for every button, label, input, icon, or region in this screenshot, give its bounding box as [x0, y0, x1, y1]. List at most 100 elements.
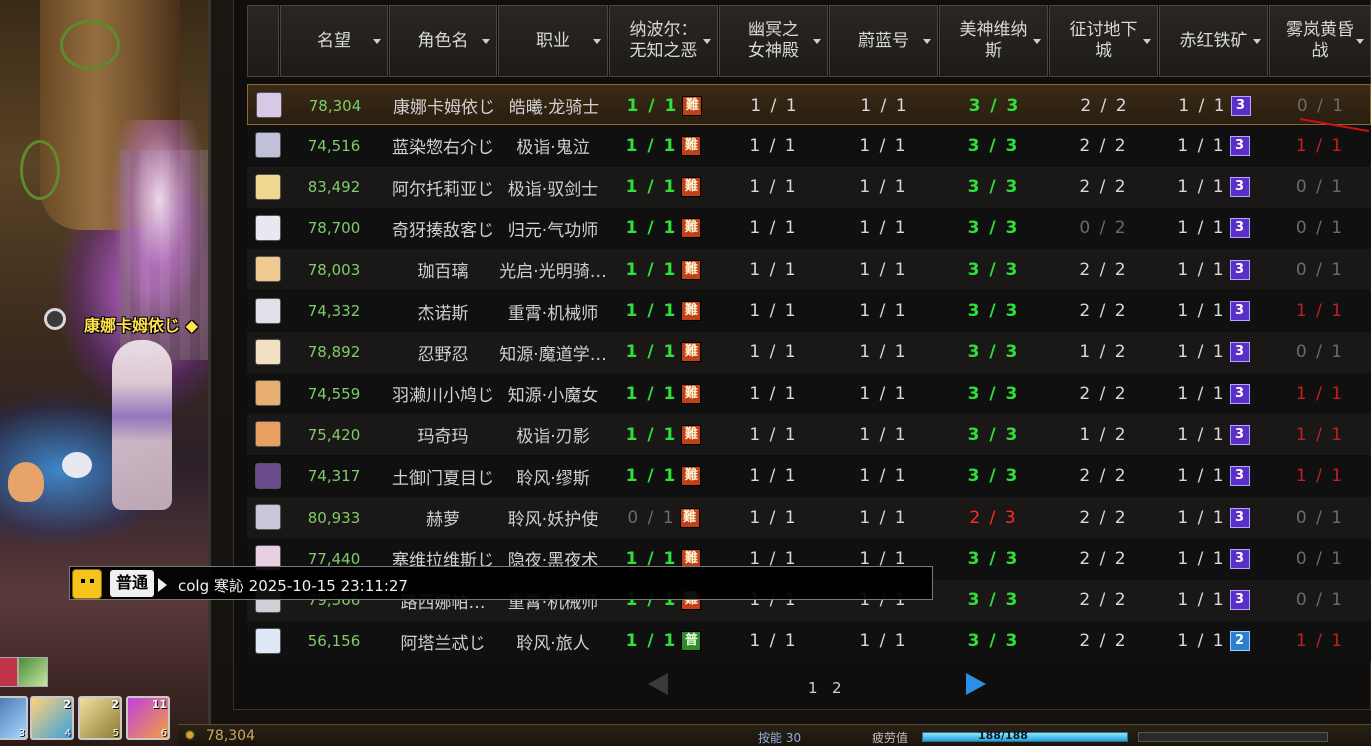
ring-icon [44, 308, 66, 330]
difficulty-hard-badge: 難 [681, 177, 702, 198]
header-name[interactable]: 角色名 [389, 5, 497, 77]
cell-progress: 3 / 3 [939, 621, 1048, 662]
cell-progress: 2 / 2 [1050, 85, 1159, 126]
cell-progress: 1 / 1難 [609, 373, 718, 414]
progress-text: 1 / 1 [1295, 466, 1345, 487]
cell-progress: 1 / 1 [829, 249, 938, 290]
progress-text: 1 / 2 [1079, 424, 1128, 445]
cell-text: 土御门夏目じ [392, 468, 494, 489]
page-number-2[interactable]: 2 [832, 679, 842, 697]
header-nabol[interactable]: 纳波尔： 无知之恶 [609, 5, 718, 77]
progress-text: 2 / 2 [1079, 631, 1128, 652]
header-job[interactable]: 职业 [498, 5, 608, 77]
cell-progress: 1 / 1 [1269, 125, 1371, 166]
skill-slot-3[interactable]: 3 [0, 696, 28, 740]
skill-slot-5[interactable]: 2 5 [78, 696, 122, 740]
cell-progress: 1 / 1 [719, 373, 828, 414]
cell-progress: 3 / 3 [939, 580, 1048, 621]
header-underworld-temple[interactable]: 幽冥之 女神殿 [719, 5, 828, 77]
cell-text: 奇犽揍敌客じ [392, 220, 494, 241]
prev-page-arrow-icon[interactable] [648, 673, 668, 695]
table-row[interactable]: 74,332 杰诺斯 重霄·机械师 1 / 1難1 / 11 / 13 / 32 / … [247, 290, 1371, 332]
table-row[interactable]: 78,892 忍野忍 知源·魔道学… 1 / 1難1 / 11 / 13 / 31 /… [247, 331, 1371, 373]
table-row[interactable]: 80,933 赫萝 聆风·妖护使 0 / 1難1 / 11 / 12 / 32 / 2… [247, 497, 1371, 538]
difficulty-hard-badge: 難 [681, 342, 702, 363]
progress-text: 1 / 1 [1295, 135, 1345, 156]
progress-text: 1 / 1 [749, 135, 798, 156]
cell-progress: 0 / 1 [1269, 332, 1371, 373]
cell-text: 玛奇玛 [417, 427, 469, 448]
page-number-1[interactable]: 1 [808, 679, 818, 697]
header-mist-twilight[interactable]: 雾岚黄昏 战 [1269, 5, 1371, 77]
cell-progress: 1 / 1 [829, 414, 938, 455]
cell-text: 74,516 [307, 136, 361, 155]
table-row[interactable]: 78,304 康娜卡姆依じ 皓曦·龙骑士 1 / 1難1 / 11 / 13 / 32… [247, 84, 1371, 125]
cell-text: 74,317 [307, 467, 361, 486]
progress-text: 1 / 1 [1177, 135, 1226, 156]
vine-decoration [20, 140, 60, 200]
difficulty-hard-badge: 難 [681, 301, 702, 321]
cell-fame: 74,559 [280, 373, 388, 414]
cell-progress: 3 / 3 [939, 332, 1048, 373]
table-row[interactable]: 78,700 奇犽揍敌客じ 归元·气功师 1 / 1難1 / 11 / 13 / 30… [247, 207, 1371, 249]
skill-slot-4[interactable]: 2 4 [30, 696, 74, 740]
next-page-arrow-icon[interactable] [966, 673, 986, 695]
progress-text: 1 / 1 [749, 507, 798, 528]
character-name-tag: 康娜卡姆依じ ◆ [84, 316, 198, 335]
table-row[interactable]: 75,420 玛奇玛 极诣·刃影 1 / 1難1 / 11 / 13 / 31 / 2… [247, 414, 1371, 456]
header-crimson-ore[interactable]: 赤红铁矿 [1159, 5, 1268, 77]
cell-text: 阿塔兰忒じ [400, 633, 486, 654]
table-row[interactable]: 78,003 珈百璃 光启·光明骑… 1 / 1難1 / 11 / 13 / 32 /… [247, 249, 1371, 291]
cell-text: 皓曦·龙骑士 [508, 98, 600, 118]
header-azure[interactable]: 蔚蓝号 [829, 5, 938, 77]
cell-progress: 3 / 3 [939, 125, 1048, 166]
cell-progress: 1 / 12 [1159, 621, 1268, 662]
chat-channel-badge[interactable]: 普通 [110, 570, 155, 597]
cell-progress: 2 / 2 [1049, 291, 1158, 332]
progress-text: 1 / 1 [859, 424, 908, 445]
table-row[interactable]: 74,516 蓝染惣右介じ 极诣·鬼泣 1 / 1難1 / 11 / 13 / 32 … [247, 125, 1371, 167]
cell-fame: 83,492 [280, 167, 388, 208]
progress-text: 0 / 1 [1295, 548, 1345, 569]
cell-progress: 1 / 1 [719, 167, 828, 208]
table-row[interactable]: 74,559 羽濑川小鸠じ 知源·小魔女 1 / 1難1 / 11 / 13 / 32… [247, 373, 1371, 415]
character-avatar [255, 338, 281, 365]
progress-text: 1 / 1 [749, 177, 798, 198]
cell-fame: 74,317 [280, 456, 388, 497]
skill-slot-6[interactable]: 11 6 [126, 696, 170, 740]
cell-progress: 1 / 13 [1159, 167, 1268, 208]
quick-slot-potion[interactable] [0, 657, 18, 687]
progress-text: 0 / 1 [1295, 507, 1345, 528]
cell-progress: 1 / 13 [1159, 208, 1268, 249]
table-row[interactable]: 56,156 阿塔兰忒じ 聆风·旅人 1 / 1普1 / 11 / 13 / 32 /… [247, 620, 1371, 662]
difficulty-hard-badge: 難 [681, 466, 702, 487]
player-character[interactable] [112, 340, 172, 510]
cell-fame: 78,304 [281, 85, 389, 126]
cell-text: 知源·小魔女 [507, 386, 599, 407]
progress-text: 1 / 1 [1177, 631, 1226, 652]
cell-progress: 1 / 1難 [609, 332, 718, 373]
cell-progress: 3 / 3 [939, 291, 1048, 332]
cell-text: 归元·气功师 [507, 220, 599, 241]
table-row[interactable]: 74,317 土御门夏目じ 聆风·缪斯 1 / 1難1 / 11 / 13 / 32 … [247, 455, 1371, 497]
quick-slot-item[interactable] [18, 657, 48, 687]
sort-arrow-icon [482, 39, 490, 44]
cell-progress: 1 / 1 [1269, 414, 1371, 455]
progress-text: 1 / 1 [859, 259, 908, 280]
cell-progress: 1 / 1 [829, 373, 938, 414]
table-row[interactable]: 83,492 阿尔托莉亚じ 极诣·驭剑士 1 / 1難1 / 11 / 13 / 32… [247, 166, 1371, 208]
header-fame[interactable]: 名望 [280, 5, 388, 77]
header-venus[interactable]: 美神维纳 斯 [939, 5, 1048, 77]
cell-name: 珈百璃 [389, 249, 497, 290]
character-avatar [255, 627, 281, 654]
cell-fame: 78,892 [280, 332, 388, 373]
cell-name: 奇犽揍敌客じ [389, 208, 497, 249]
progress-text: 1 / 1 [625, 177, 678, 198]
progress-text: 1 / 1 [859, 177, 908, 198]
cell-text: 康娜卡姆依じ [393, 98, 495, 118]
cell-name: 杰诺斯 [389, 291, 497, 332]
skill-key: 6 [160, 728, 167, 739]
skill-count: 2 [63, 698, 71, 711]
header-dungeon-raid[interactable]: 征讨地下 城 [1049, 5, 1158, 77]
cell-progress: 0 / 1難 [609, 497, 718, 538]
